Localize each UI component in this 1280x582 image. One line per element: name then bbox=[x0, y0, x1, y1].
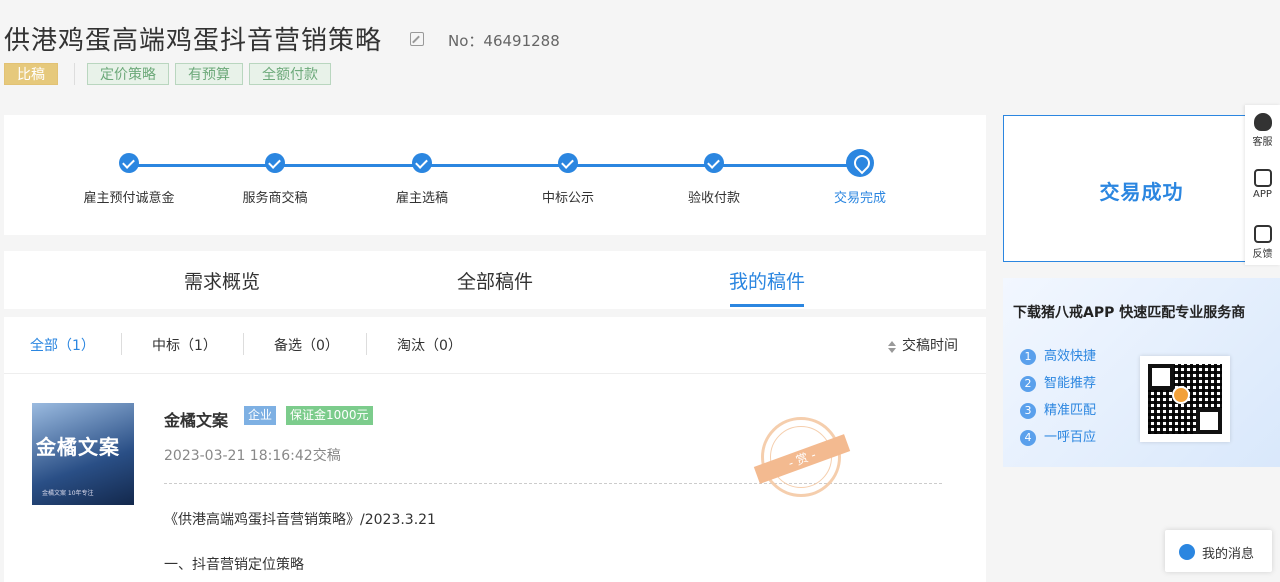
status-box: 交易成功 bbox=[1003, 115, 1280, 262]
check-icon bbox=[265, 153, 285, 173]
active-tab-indicator bbox=[730, 304, 804, 307]
reward-stamp-icon: - 赏 - bbox=[753, 417, 851, 497]
side-label: 客服 bbox=[1252, 137, 1273, 148]
deposit-badge: 保证金1000元 bbox=[286, 406, 373, 425]
ad-item-label: 精准匹配 bbox=[1044, 403, 1097, 418]
feedback-button[interactable]: 反馈 bbox=[1245, 217, 1280, 273]
check-icon bbox=[704, 153, 724, 173]
company-name[interactable]: 金橘文案 bbox=[164, 407, 228, 431]
page-header: 供港鸡蛋高端鸡蛋抖音营销策略 No：46491288 比稿 定价策略 有预算 全… bbox=[0, 0, 1280, 100]
headset-icon bbox=[1253, 113, 1272, 131]
step-select: 雇主选稿 bbox=[362, 153, 482, 206]
submission-panel: 全部（1） 中标（1） 备选（0） 淘汰（0） 交稿时间 金橘文案 金橘文案 1… bbox=[4, 317, 986, 582]
step-label: 雇主预付诚意金 bbox=[83, 191, 175, 206]
tag-full-payment: 全额付款 bbox=[249, 63, 331, 85]
mail-icon bbox=[1253, 225, 1272, 243]
filter-backup[interactable]: 备选（0） bbox=[274, 335, 339, 355]
tab-all-submissions[interactable]: 全部稿件 bbox=[457, 267, 533, 294]
submission-date: 2023-03-21 18:16:42交稿 bbox=[164, 448, 341, 464]
step-complete: 交易完成 bbox=[800, 149, 920, 206]
ad-num: 2 bbox=[1020, 376, 1036, 392]
qr-code bbox=[1140, 356, 1230, 442]
filter-divider bbox=[121, 333, 122, 355]
tag-budget: 有预算 bbox=[175, 63, 243, 85]
step-label: 交易完成 bbox=[833, 191, 886, 206]
ad-item-label: 高效快捷 bbox=[1044, 349, 1097, 364]
step-label: 中标公示 bbox=[541, 191, 594, 206]
check-icon bbox=[412, 153, 432, 173]
sort-label: 交稿时间 bbox=[902, 338, 958, 354]
ad-item-label: 智能推荐 bbox=[1044, 376, 1097, 391]
progress-card: 雇主预付诚意金 服务商交稿 雇主选稿 中标公示 验收付款 交易完成 bbox=[4, 115, 986, 235]
edit-icon[interactable] bbox=[410, 32, 424, 46]
ad-item-label: 一呼百应 bbox=[1044, 430, 1097, 445]
thumbnail-subtitle: 金橘文案 10年专注 bbox=[42, 490, 94, 497]
ad-num: 1 bbox=[1020, 349, 1036, 365]
ad-item: 2 智能推荐 bbox=[1020, 372, 1096, 392]
filter-winning[interactable]: 中标（1） bbox=[152, 335, 217, 355]
filter-bar: 全部（1） 中标（1） 备选（0） 淘汰（0） 交稿时间 bbox=[4, 317, 986, 374]
page-title: 供港鸡蛋高端鸡蛋抖音营销策略 bbox=[4, 26, 383, 56]
submission-title: 《供港高端鸡蛋抖音营销策略》/2023.3.21 bbox=[164, 512, 436, 528]
enterprise-badge: 企业 bbox=[244, 406, 277, 425]
tab-my-submissions[interactable]: 我的稿件 bbox=[729, 267, 805, 294]
step-acceptance: 验收付款 bbox=[654, 153, 774, 206]
messages-label: 我的消息 bbox=[1202, 547, 1255, 562]
ad-title: 下载猪八戒APP 快速匹配专业服务商 bbox=[1013, 305, 1246, 321]
lotus-icon bbox=[846, 149, 874, 177]
step-label: 服务商交稿 bbox=[242, 191, 308, 206]
step-submit: 服务商交稿 bbox=[215, 153, 335, 206]
ad-num: 3 bbox=[1020, 403, 1036, 419]
my-messages-button[interactable]: 我的消息 bbox=[1165, 530, 1272, 572]
tag-pricing: 定价策略 bbox=[87, 63, 169, 85]
ad-item: 1 高效快捷 bbox=[1020, 345, 1096, 365]
status-label: 交易成功 bbox=[1099, 180, 1184, 204]
submission-heading: 一、抖音营销定位策略 bbox=[164, 557, 304, 573]
check-icon bbox=[119, 153, 139, 173]
side-label: APP bbox=[1253, 189, 1272, 200]
submission-thumbnail[interactable]: 金橘文案 金橘文案 10年专注 bbox=[32, 403, 134, 505]
side-label: 反馈 bbox=[1252, 249, 1273, 260]
step-announce: 中标公示 bbox=[508, 153, 628, 206]
phone-icon bbox=[1253, 169, 1272, 187]
filter-all[interactable]: 全部（1） bbox=[30, 335, 95, 355]
sort-icon bbox=[888, 341, 896, 353]
tab-bar: 需求概览 全部稿件 我的稿件 bbox=[4, 251, 986, 309]
filter-divider bbox=[243, 333, 244, 355]
step-deposit: 雇主预付诚意金 bbox=[69, 153, 189, 206]
side-toolbar: 客服 APP 反馈 bbox=[1245, 105, 1280, 265]
thumbnail-title: 金橘文案 bbox=[36, 435, 120, 459]
app-logo-icon bbox=[1172, 386, 1190, 404]
tag-list: 比稿 定价策略 有预算 全额付款 bbox=[4, 62, 337, 86]
filter-rejected[interactable]: 淘汰（0） bbox=[397, 335, 462, 355]
app-button[interactable]: APP bbox=[1245, 161, 1280, 217]
tag-divider bbox=[74, 63, 75, 85]
filter-divider bbox=[366, 333, 367, 355]
task-number: No：46491288 bbox=[448, 32, 560, 50]
customer-service-button[interactable]: 客服 bbox=[1245, 105, 1280, 161]
app-download-banner[interactable]: 下载猪八戒APP 快速匹配专业服务商 1 高效快捷 2 智能推荐 3 精准匹配 4 一呼… bbox=[1003, 278, 1280, 467]
ad-item: 3 精准匹配 bbox=[1020, 399, 1096, 419]
check-icon bbox=[558, 153, 578, 173]
ad-item: 4 一呼百应 bbox=[1020, 426, 1096, 446]
sort-by-time-button[interactable]: 交稿时间 bbox=[888, 335, 958, 355]
tag-bigao: 比稿 bbox=[4, 63, 58, 85]
tab-overview[interactable]: 需求概览 bbox=[184, 267, 260, 294]
chat-icon bbox=[1179, 544, 1195, 560]
ad-num: 4 bbox=[1020, 430, 1036, 446]
step-label: 验收付款 bbox=[687, 191, 740, 206]
step-label: 雇主选稿 bbox=[395, 191, 448, 206]
